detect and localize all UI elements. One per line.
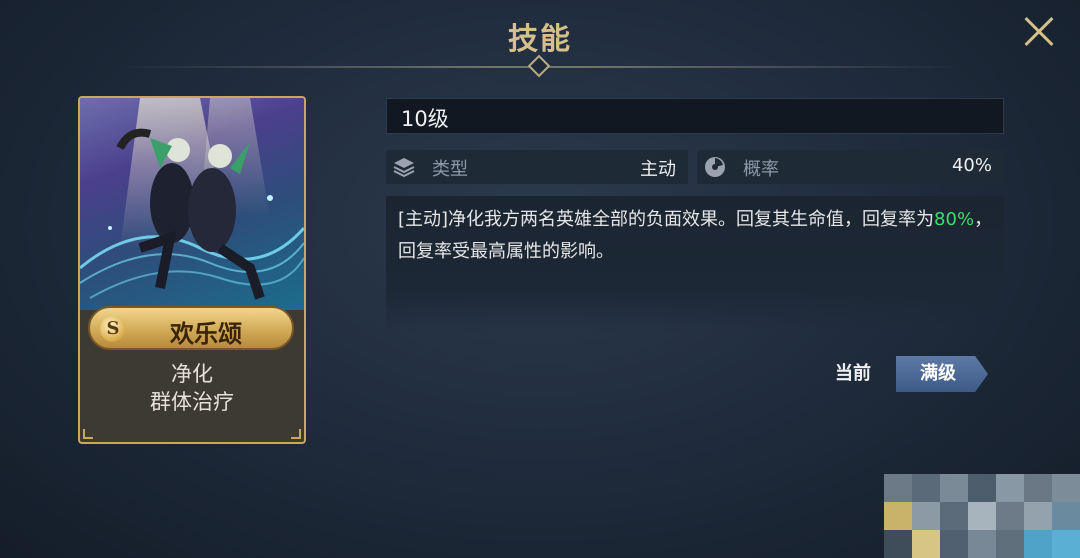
skill-rate-value: 40% [951,155,992,176]
skill-tag: 群体治疗 [150,390,234,414]
skill-type-box: 类型 主动 [386,150,688,184]
skill-rate-label: 概率 [743,159,779,180]
layers-icon [393,158,415,178]
skill-level: 10级 [401,107,449,131]
skill-description: [主动]净化我方两名英雄全部的负面效果。回复其生命值，回复率为80%，回复率受最… [398,204,994,268]
description-text: [主动]净化我方两名英雄全部的负面效果。回复其生命值，回复率为 [398,209,935,230]
skill-card: S 欢乐颂 净化 群体治疗 [78,96,306,444]
divider-ornament [527,54,551,78]
pixelated-corner-overlay [884,474,1080,558]
tab-max-level[interactable]: 满级 [896,356,988,392]
skill-level-bar: 10级 [386,98,1004,134]
skill-card-art [80,98,304,310]
skill-type-label: 类型 [432,159,468,180]
skill-rate-box: 概率 40% [697,150,1004,184]
heal-rate-value: 80% [934,209,975,230]
skill-tags: 净化 群体治疗 [80,360,304,416]
skill-name: 欢乐颂 [170,320,242,348]
close-icon[interactable] [1018,12,1058,52]
page-title: 技能 [508,22,572,57]
tab-current[interactable]: 当前 [818,356,888,392]
dial-icon [705,157,725,177]
skill-tag: 净化 [171,362,213,386]
card-corner-ornament [83,429,93,439]
skill-type-value: 主动 [640,159,676,180]
rarity-badge: S [100,316,126,342]
skill-name-plate: S 欢乐颂 [88,306,294,350]
card-corner-ornament [291,429,301,439]
skill-description-box: [主动]净化我方两名英雄全部的负面效果。回复其生命值，回复率为80%，回复率受最… [386,196,1004,332]
